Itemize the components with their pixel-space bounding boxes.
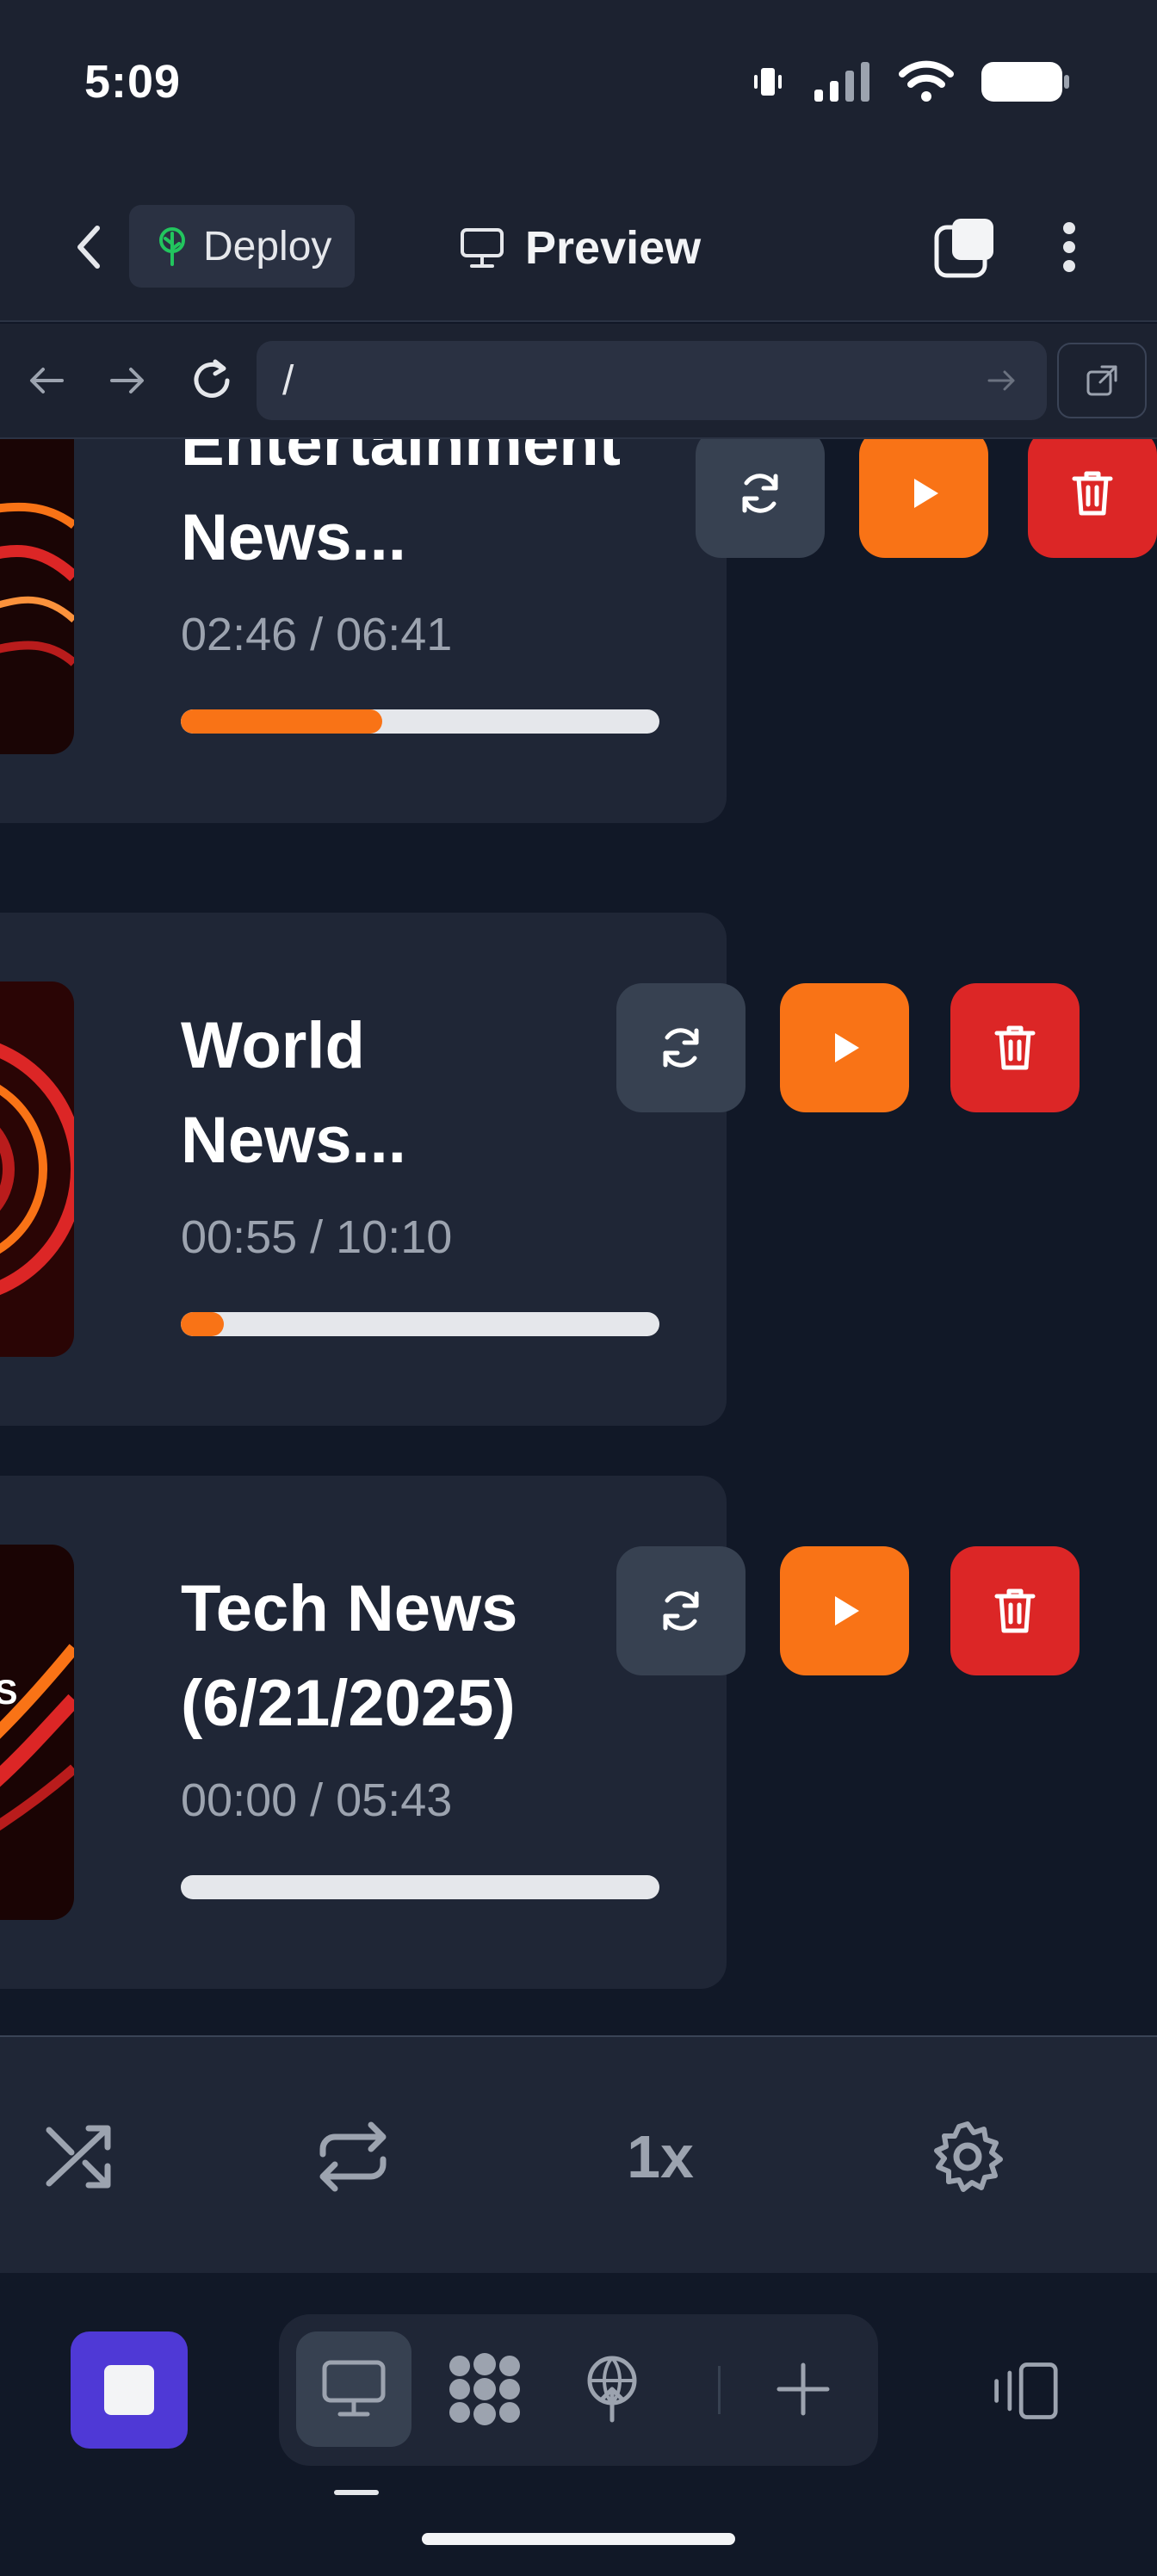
track-time: 02:46 / 06:41 xyxy=(181,609,453,660)
trash-icon xyxy=(1072,471,1113,516)
track-thumbnail xyxy=(0,439,74,754)
url-input[interactable]: / xyxy=(257,341,1047,420)
repeat-icon xyxy=(319,2121,387,2192)
deploy-label: Deploy xyxy=(203,223,332,269)
stop-icon xyxy=(104,2365,154,2415)
plus-icon xyxy=(776,2362,830,2416)
track-progress[interactable] xyxy=(181,1875,659,1899)
refresh-icon xyxy=(663,1591,699,1631)
track-progress[interactable] xyxy=(181,709,659,734)
delete-button[interactable] xyxy=(950,983,1080,1112)
track-list: Entertainment News... 02:46 / 06:41 Worl… xyxy=(0,439,1157,2035)
signal-icon xyxy=(814,62,869,102)
play-icon xyxy=(835,1033,859,1062)
regenerate-button[interactable] xyxy=(616,983,746,1112)
gear-icon xyxy=(934,2121,1003,2192)
monitor-icon xyxy=(461,228,504,268)
device-icon xyxy=(994,2362,1058,2419)
tabs-icon xyxy=(934,219,993,278)
arrow-left-icon xyxy=(30,368,64,393)
more-button[interactable] xyxy=(1052,215,1086,279)
play-icon xyxy=(914,479,938,508)
track-time: 00:55 / 10:10 xyxy=(181,1211,453,1263)
deploy-view-button[interactable] xyxy=(554,2331,670,2447)
go-button[interactable] xyxy=(978,356,1026,405)
nav-forward-button[interactable] xyxy=(102,355,153,406)
play-button[interactable] xyxy=(859,439,988,558)
thumbnail-text: WS xyxy=(0,1674,18,1712)
trash-icon xyxy=(994,1025,1036,1070)
status-icons xyxy=(749,60,1071,103)
play-button[interactable] xyxy=(780,983,909,1112)
deploy-icon xyxy=(587,2356,637,2423)
tabs-button[interactable] xyxy=(933,215,997,279)
player-controls: 1x xyxy=(0,2035,1157,2273)
reload-icon xyxy=(194,359,230,398)
divider xyxy=(718,2366,721,2414)
track-title: Entertainment News... xyxy=(181,439,621,574)
progress-fill xyxy=(181,1312,225,1336)
bottom-dock xyxy=(0,2273,1157,2576)
status-time: 5:09 xyxy=(84,56,182,108)
regenerate-button[interactable] xyxy=(696,439,825,558)
back-icon xyxy=(77,226,100,269)
progress-fill xyxy=(181,709,382,734)
speed-button[interactable]: 1x xyxy=(613,2109,708,2204)
shuffle-button[interactable] xyxy=(36,2109,122,2204)
refresh-icon xyxy=(742,474,778,513)
nav-back-button[interactable] xyxy=(21,355,72,406)
view-switcher xyxy=(279,2314,878,2466)
url-value: / xyxy=(282,357,294,404)
device-toggle-button[interactable] xyxy=(990,2344,1059,2438)
back-button[interactable] xyxy=(59,217,119,277)
arrow-right-icon xyxy=(110,368,144,393)
repeat-button[interactable] xyxy=(310,2109,396,2204)
go-icon xyxy=(987,370,1015,391)
preview-tab[interactable]: Preview xyxy=(460,214,701,282)
play-icon xyxy=(835,1596,859,1625)
grid-dots-icon xyxy=(449,2353,520,2425)
tree-icon xyxy=(159,227,185,266)
track-card[interactable]: WS Tech News (6/21/2025) 00:00 / 05:43 xyxy=(0,1476,727,1989)
delete-button[interactable] xyxy=(950,1546,1080,1675)
more-icon xyxy=(1063,222,1075,234)
track-card[interactable]: World News... 00:55 / 10:10 xyxy=(0,913,727,1426)
monitor-icon xyxy=(322,2360,386,2417)
preview-label: Preview xyxy=(525,222,702,274)
shuffle-icon xyxy=(46,2125,111,2189)
deploy-button[interactable]: Deploy xyxy=(129,205,355,288)
stop-button[interactable] xyxy=(71,2331,188,2449)
track-card[interactable]: Entertainment News... 02:46 / 06:41 xyxy=(0,439,727,823)
add-button[interactable] xyxy=(746,2331,861,2447)
delete-button[interactable] xyxy=(1028,439,1157,558)
app-bar: Deploy Preview xyxy=(0,172,1157,322)
preview-view-button[interactable] xyxy=(296,2331,411,2447)
settings-button[interactable] xyxy=(925,2109,1011,2204)
status-bar: 5:09 xyxy=(0,0,1157,172)
external-link-icon xyxy=(1086,365,1117,396)
wifi-icon xyxy=(899,60,954,102)
home-indicator xyxy=(422,2533,735,2545)
refresh-icon xyxy=(663,1028,699,1068)
track-time: 00:00 / 05:43 xyxy=(181,1774,453,1826)
trash-icon xyxy=(994,1588,1036,1633)
play-button[interactable] xyxy=(780,1546,909,1675)
regenerate-button[interactable] xyxy=(616,1546,746,1675)
vibrate-icon xyxy=(754,68,782,96)
track-progress[interactable] xyxy=(181,1312,659,1336)
active-tab-indicator xyxy=(334,2490,379,2495)
battery-icon xyxy=(981,62,1069,102)
workspace-view-button[interactable] xyxy=(427,2331,542,2447)
reload-button[interactable] xyxy=(186,355,238,406)
track-thumbnail: WS xyxy=(0,1545,74,1920)
url-bar: / xyxy=(0,324,1157,439)
open-external-button[interactable] xyxy=(1057,343,1147,418)
track-thumbnail xyxy=(0,981,74,1357)
